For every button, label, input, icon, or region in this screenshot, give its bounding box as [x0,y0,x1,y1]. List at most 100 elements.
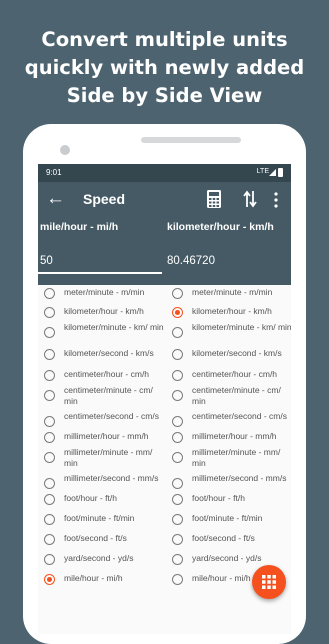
right-unit-option[interactable]: centimeter/minute - cm/ min [172,385,291,406]
fab-button[interactable] [252,565,286,599]
right-unit-label: millimeter/second - mm/s [192,473,287,483]
promo-headline: Convert multiple units quickly with newl… [0,26,329,110]
left-unit-radio[interactable] [44,370,55,381]
left-unit-label: millimeter/hour - mm/h [64,431,149,441]
right-unit-option[interactable]: kilometer/second - km/s [172,348,291,368]
right-unit-option[interactable]: foot/minute - ft/min [172,513,291,533]
left-unit-label: kilometer/second - km/s [64,348,154,358]
phone-camera [60,145,70,155]
arrow-left-icon[interactable]: ← [46,188,65,210]
right-unit-radio[interactable] [172,432,183,443]
left-unit-label: meter/minute - m/min [64,287,145,297]
right-unit-label: kilometer/minute - km/ min [192,322,291,332]
promo-line-2: quickly with newly added [24,56,305,79]
left-unit-radio[interactable] [44,390,55,401]
right-unit-radio[interactable] [172,514,183,525]
swap-vertical-icon[interactable] [243,189,257,209]
right-unit-radio[interactable] [172,416,183,427]
left-unit-label: foot/second - ft/s [64,533,127,543]
right-unit-option[interactable]: centimeter/second - cm/s [172,411,291,431]
left-unit-radio[interactable] [44,494,55,505]
promo-line-1: Convert multiple units [41,28,288,51]
left-unit-option[interactable]: kilometer/second - km/s [44,348,166,368]
right-unit-label: yard/second - yd/s [192,553,262,563]
left-unit-radio[interactable] [44,307,55,318]
left-unit-radio[interactable] [44,478,55,489]
left-unit-option[interactable]: foot/second - ft/s [44,533,166,553]
right-unit-radio[interactable] [172,574,183,585]
conversion-header: mile/hour - mi/h kilometer/hour - km/h 5… [38,217,291,285]
left-unit-option[interactable]: mile/hour - mi/h [44,573,166,593]
right-unit-label: centimeter/second - cm/s [192,411,287,421]
left-unit-label: millimeter/minute - mm/ min [64,447,153,468]
right-unit-option[interactable]: foot/hour - ft/h [172,493,291,513]
right-unit-radio[interactable] [172,478,183,489]
calculator-icon[interactable] [207,190,221,208]
right-unit-radio[interactable] [172,554,183,565]
left-unit-option[interactable]: centimeter/minute - cm/ min [44,385,166,406]
left-unit-option[interactable]: foot/hour - ft/h [44,493,166,513]
left-unit-label: mile/hour - mi/h [40,221,119,233]
right-unit-radio[interactable] [172,452,183,463]
left-unit-label: kilometer/hour - km/h [64,306,144,316]
right-unit-radio[interactable] [172,307,183,318]
left-unit-label: foot/minute - ft/min [64,513,135,523]
right-unit-label: kilometer/hour - km/h [167,221,274,233]
right-unit-option[interactable]: millimeter/minute - mm/ min [172,447,291,468]
left-unit-radio[interactable] [44,416,55,427]
status-network: LTE [256,168,269,175]
right-unit-radio[interactable] [172,390,183,401]
left-unit-option[interactable]: meter/minute - m/min [44,287,166,307]
left-unit-option[interactable]: yard/second - yd/s [44,553,166,573]
right-unit-radio[interactable] [172,349,183,360]
right-unit-option[interactable]: meter/minute - m/min [172,287,291,307]
left-unit-label: yard/second - yd/s [64,553,134,563]
app-toolbar: ← Speed [38,182,291,217]
left-unit-radio[interactable] [44,452,55,463]
status-time: 9:01 [46,168,62,177]
phone-speaker [141,137,241,143]
left-unit-label: centimeter/minute - cm/ min [64,385,153,406]
right-unit-label: foot/minute - ft/min [192,513,263,523]
left-unit-option[interactable]: kilometer/minute - km/ min [44,322,166,342]
signal-icon [269,169,276,176]
battery-icon [278,168,283,177]
right-unit-radio[interactable] [172,327,183,338]
right-unit-radio[interactable] [172,494,183,505]
left-value-input[interactable]: 50 [40,255,53,267]
right-unit-radio[interactable] [172,370,183,381]
left-unit-radio[interactable] [44,288,55,299]
left-unit-radio[interactable] [44,534,55,545]
input-underline [38,272,162,274]
toolbar-title: Speed [83,191,126,207]
right-unit-option[interactable]: millimeter/second - mm/s [172,473,291,493]
more-vertical-icon[interactable] [274,192,278,208]
left-unit-label: mile/hour - mi/h [64,573,123,583]
left-unit-label: centimeter/hour - cm/h [64,369,150,379]
app-screen: 9:01 LTE ← Speed mile/hour - mi/h kilome… [38,164,291,634]
left-unit-label: millimeter/second - mm/s [64,473,159,483]
left-unit-radio[interactable] [44,554,55,565]
right-unit-label: foot/second - ft/s [192,533,255,543]
left-unit-option[interactable]: millimeter/minute - mm/ min [44,447,166,468]
left-unit-label: kilometer/minute - km/ min [64,322,164,332]
left-unit-option[interactable]: millimeter/second - mm/s [44,473,166,493]
status-bar: 9:01 LTE [38,164,291,182]
right-unit-radio[interactable] [172,534,183,545]
right-unit-radio[interactable] [172,288,183,299]
promo-line-3: Side by Side View [66,84,263,107]
right-unit-option[interactable]: kilometer/minute - km/ min [172,322,291,342]
left-unit-radio[interactable] [44,349,55,360]
left-unit-radio[interactable] [44,432,55,443]
right-value-output[interactable]: 80.46720 [167,255,215,267]
grid-icon [262,575,276,589]
left-unit-option[interactable]: centimeter/second - cm/s [44,411,166,431]
right-unit-label: millimeter/hour - mm/h [192,431,277,441]
left-unit-label: centimeter/second - cm/s [64,411,159,421]
left-unit-option[interactable]: foot/minute - ft/min [44,513,166,533]
right-unit-option[interactable]: foot/second - ft/s [172,533,291,553]
right-unit-label: centimeter/minute - cm/ min [192,385,281,406]
left-unit-radio[interactable] [44,327,55,338]
left-unit-radio[interactable] [44,574,55,585]
left-unit-radio[interactable] [44,514,55,525]
